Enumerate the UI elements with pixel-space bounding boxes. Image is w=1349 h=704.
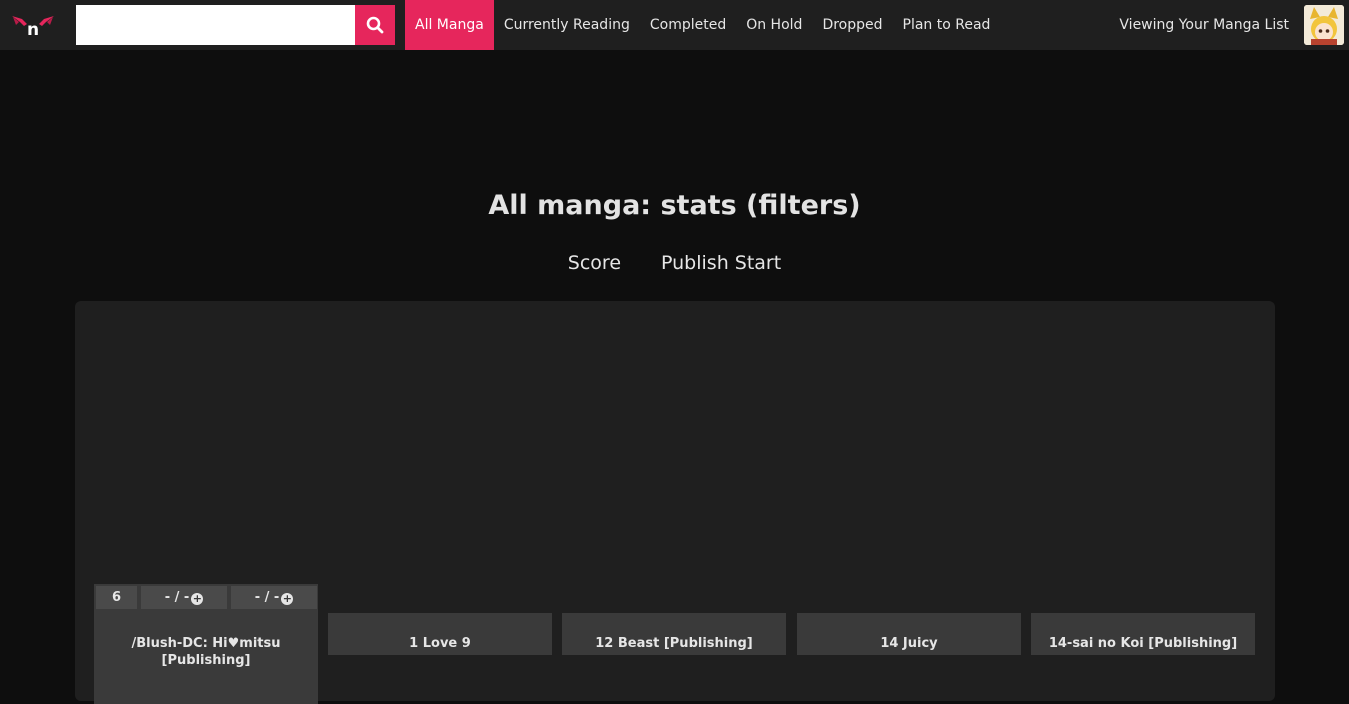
- progress-a-value: - / -: [164, 590, 190, 605]
- stats-panel: 6 - / - + - / - + /Blush-DC: Hi♥mitsu [Pub…: [75, 301, 1275, 704]
- manga-card[interactable]: 1 Love 9: [328, 613, 552, 655]
- card-controls: 6 - / - + - / - +: [96, 586, 317, 609]
- card-title: 14-sai no Koi [Publishing]: [1048, 636, 1238, 651]
- nav-currently-reading[interactable]: Currently Reading: [494, 0, 640, 50]
- progress-control-a[interactable]: - / - +: [141, 586, 227, 609]
- progress-b-value: - / -: [254, 590, 280, 605]
- nav-on-hold[interactable]: On Hold: [736, 0, 812, 50]
- tab-publish-start[interactable]: Publish Start: [661, 252, 781, 274]
- card-title: 12 Beast [Publishing]: [595, 636, 753, 651]
- list-filter-nav: All Manga Currently Reading Completed On…: [405, 0, 1000, 50]
- search-button[interactable]: [355, 5, 395, 45]
- card-title: 14 Juicy: [880, 636, 938, 651]
- page-title: All manga: stats (filters): [488, 190, 861, 221]
- nav-plan-to-read[interactable]: Plan to Read: [893, 0, 1001, 50]
- manga-card[interactable]: 14-sai no Koi [Publishing]: [1031, 613, 1255, 655]
- manga-card-expanded[interactable]: 6 - / - + - / - + /Blush-DC: Hi♥mitsu [Pub…: [94, 584, 318, 704]
- search-icon: [366, 16, 384, 34]
- nav-completed[interactable]: Completed: [640, 0, 736, 50]
- manga-card[interactable]: 14 Juicy: [797, 613, 1021, 655]
- plus-circle-icon[interactable]: +: [191, 593, 204, 605]
- progress-control-b[interactable]: - / - +: [231, 586, 317, 609]
- score-control[interactable]: 6: [96, 586, 137, 609]
- svg-text:n: n: [27, 20, 39, 40]
- card-title: /Blush-DC: Hi♥mitsu [Publishing]: [131, 636, 281, 668]
- nav-dropped[interactable]: Dropped: [812, 0, 892, 50]
- card-title: 1 Love 9: [409, 636, 471, 651]
- top-navbar: n All Manga Currently Reading Completed …: [0, 0, 1349, 50]
- viewing-list-label: Viewing Your Manga List: [1119, 17, 1289, 33]
- manga-card[interactable]: 12 Beast [Publishing]: [562, 613, 786, 655]
- site-logo-icon[interactable]: n: [10, 10, 56, 40]
- stat-tabs: Score Publish Start: [0, 252, 1349, 274]
- tab-score[interactable]: Score: [568, 252, 621, 274]
- user-avatar[interactable]: [1304, 5, 1344, 45]
- nav-all-manga[interactable]: All Manga: [405, 0, 494, 50]
- search-input[interactable]: [76, 5, 355, 45]
- plus-circle-icon[interactable]: +: [281, 593, 294, 605]
